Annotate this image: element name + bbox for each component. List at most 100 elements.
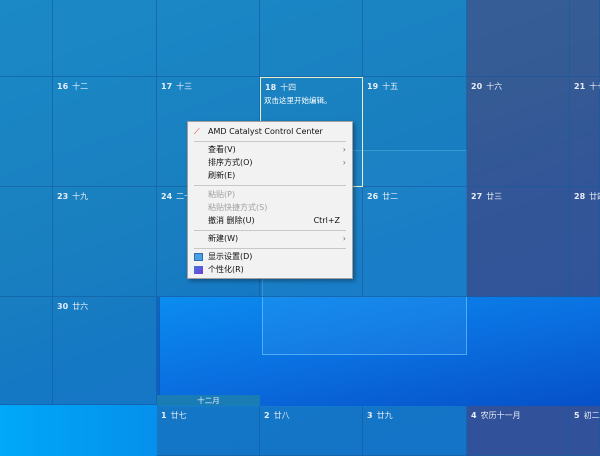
day-number: 21 <box>574 82 586 91</box>
lunar-date: 十四 <box>280 83 297 92</box>
day-number: 17 <box>161 82 173 91</box>
menu-item-label: 刷新(E) <box>208 171 236 180</box>
calendar-day-cell[interactable] <box>0 297 53 405</box>
menu-item-label: 粘贴(P) <box>208 190 236 199</box>
calendar-day-cell[interactable]: 3 廿九 <box>363 406 467 456</box>
day-label: 18 十四 <box>265 82 296 93</box>
day-label: 17 十三 <box>161 81 192 92</box>
calendar-day-cell[interactable] <box>363 0 467 77</box>
day-label: 16 十二 <box>57 81 88 92</box>
day-label: 23 十九 <box>57 191 88 202</box>
calendar-day-cell[interactable]: 2 廿八 <box>260 406 363 456</box>
menu-item-display-settings[interactable]: 显示设置(D) <box>188 251 352 263</box>
calendar-day-cell[interactable]: 16 十二 <box>53 77 157 187</box>
day-label: 28廿四 <box>574 191 600 202</box>
menu-item-amd[interactable]: ⟋ AMD Catalyst Control Center <box>188 126 352 138</box>
lunar-date: 十五 <box>382 82 399 91</box>
calendar-day-cell[interactable]: 30 廿六 <box>53 297 157 405</box>
day-number: 1 <box>161 411 167 420</box>
day-number: 16 <box>57 82 69 91</box>
day-number: 2 <box>264 411 270 420</box>
chevron-right-icon: › <box>342 158 346 167</box>
menu-item-paste-shortcut[interactable]: 粘贴快捷方式(S) <box>188 202 352 214</box>
menu-item-sort[interactable]: 排序方式(O) › <box>188 157 352 169</box>
lunar-date: 十三 <box>176 82 193 91</box>
lunar-date: 廿八 <box>273 411 290 420</box>
calendar-day-cell[interactable]: 4 农历十一月 <box>467 406 570 456</box>
display-icon <box>194 253 203 261</box>
lunar-date: 廿七 <box>170 411 187 420</box>
wallpaper-highlight <box>0 405 157 456</box>
menu-item-new[interactable]: 新建(W) › <box>188 233 352 245</box>
calendar-day-cell[interactable] <box>0 77 53 187</box>
day-label: 4 农历十一月 <box>471 410 521 421</box>
calendar-day-cell[interactable]: 19 十五 <box>363 77 467 187</box>
calendar-day-cell[interactable] <box>53 0 157 77</box>
context-menu: ⟋ AMD Catalyst Control Center 查看(V) › 排序方… <box>187 121 353 279</box>
amd-icon: ⟋ <box>194 127 200 136</box>
day-label: 27 廿三 <box>471 191 502 202</box>
menu-item-refresh[interactable]: 刷新(E) <box>188 170 352 182</box>
calendar-day-cell[interactable]: 27 廿三 <box>467 187 570 297</box>
day-label: 19 十五 <box>367 81 398 92</box>
calendar-day-cell[interactable]: 20 十六 <box>467 77 570 187</box>
day-label: 30 廿六 <box>57 301 88 312</box>
day-label: 1 廿七 <box>161 410 187 421</box>
calendar-day-cell[interactable] <box>0 0 53 77</box>
lunar-date: 廿九 <box>376 411 393 420</box>
day-number: 20 <box>471 82 483 91</box>
day-number: 19 <box>367 82 379 91</box>
menu-item-personalize[interactable]: 个性化(R) <box>188 264 352 276</box>
lunar-date: 十六 <box>486 82 503 91</box>
day-label: 3 廿九 <box>367 410 393 421</box>
calendar-day-cell[interactable]: 21十七 <box>570 77 600 187</box>
menu-separator <box>194 230 346 231</box>
day-number: 18 <box>265 83 277 92</box>
calendar-day-cell[interactable]: 1 廿七 <box>157 406 260 456</box>
day-number: 26 <box>367 192 379 201</box>
day-label: 5 初二 <box>574 410 600 421</box>
menu-item-undo-delete[interactable]: 撤消 删除(U) Ctrl+Z <box>188 215 352 227</box>
calendar-day-cell[interactable]: 23 十九 <box>53 187 157 297</box>
day-number: 4 <box>471 411 477 420</box>
lunar-date: 廿二 <box>382 192 399 201</box>
day-number: 30 <box>57 302 69 311</box>
day-number: 3 <box>367 411 373 420</box>
calendar-day-cell[interactable] <box>467 0 570 77</box>
lunar-date: 十九 <box>72 192 89 201</box>
calendar-day-cell[interactable]: 26 廿二 <box>363 187 467 297</box>
day-label: 26 廿二 <box>367 191 398 202</box>
cell-note: 双击这里开始编辑。 <box>264 96 332 105</box>
calendar-day-cell[interactable] <box>570 0 600 77</box>
month-header: 十二月 <box>157 395 260 406</box>
lunar-date: 农历十一月 <box>480 411 521 420</box>
calendar-day-cell[interactable] <box>0 187 53 297</box>
day-label: 20 十六 <box>471 81 502 92</box>
menu-item-label: 撤消 删除(U) <box>208 216 255 225</box>
menu-item-label: AMD Catalyst Control Center <box>208 127 323 136</box>
lunar-date: 十二 <box>72 82 89 91</box>
day-label: 2 廿八 <box>264 410 290 421</box>
menu-item-label: 新建(W) <box>208 234 239 243</box>
day-number: 24 <box>161 192 173 201</box>
menu-item-label: 个性化(R) <box>208 265 244 274</box>
calendar-day-cell[interactable]: 28廿四 <box>570 187 600 297</box>
menu-item-paste[interactable]: 粘贴(P) <box>188 189 352 201</box>
chevron-right-icon: › <box>342 234 346 243</box>
menu-item-view[interactable]: 查看(V) › <box>188 144 352 156</box>
personalize-icon <box>194 266 203 274</box>
day-number: 5 <box>574 411 580 420</box>
lunar-date: 廿四 <box>589 192 600 201</box>
day-number: 23 <box>57 192 69 201</box>
calendar-day-cell[interactable] <box>260 0 363 77</box>
lunar-date: 初二 <box>583 411 600 420</box>
menu-item-label: 查看(V) <box>208 145 236 154</box>
calendar-day-cell[interactable] <box>157 0 260 77</box>
menu-separator <box>194 185 346 186</box>
lunar-date: 廿六 <box>72 302 89 311</box>
lunar-date: 十七 <box>589 82 600 91</box>
menu-item-label: 显示设置(D) <box>208 252 253 261</box>
day-number: 27 <box>471 192 483 201</box>
menu-separator <box>194 141 346 142</box>
calendar-day-cell[interactable]: 5 初二 <box>570 406 600 456</box>
